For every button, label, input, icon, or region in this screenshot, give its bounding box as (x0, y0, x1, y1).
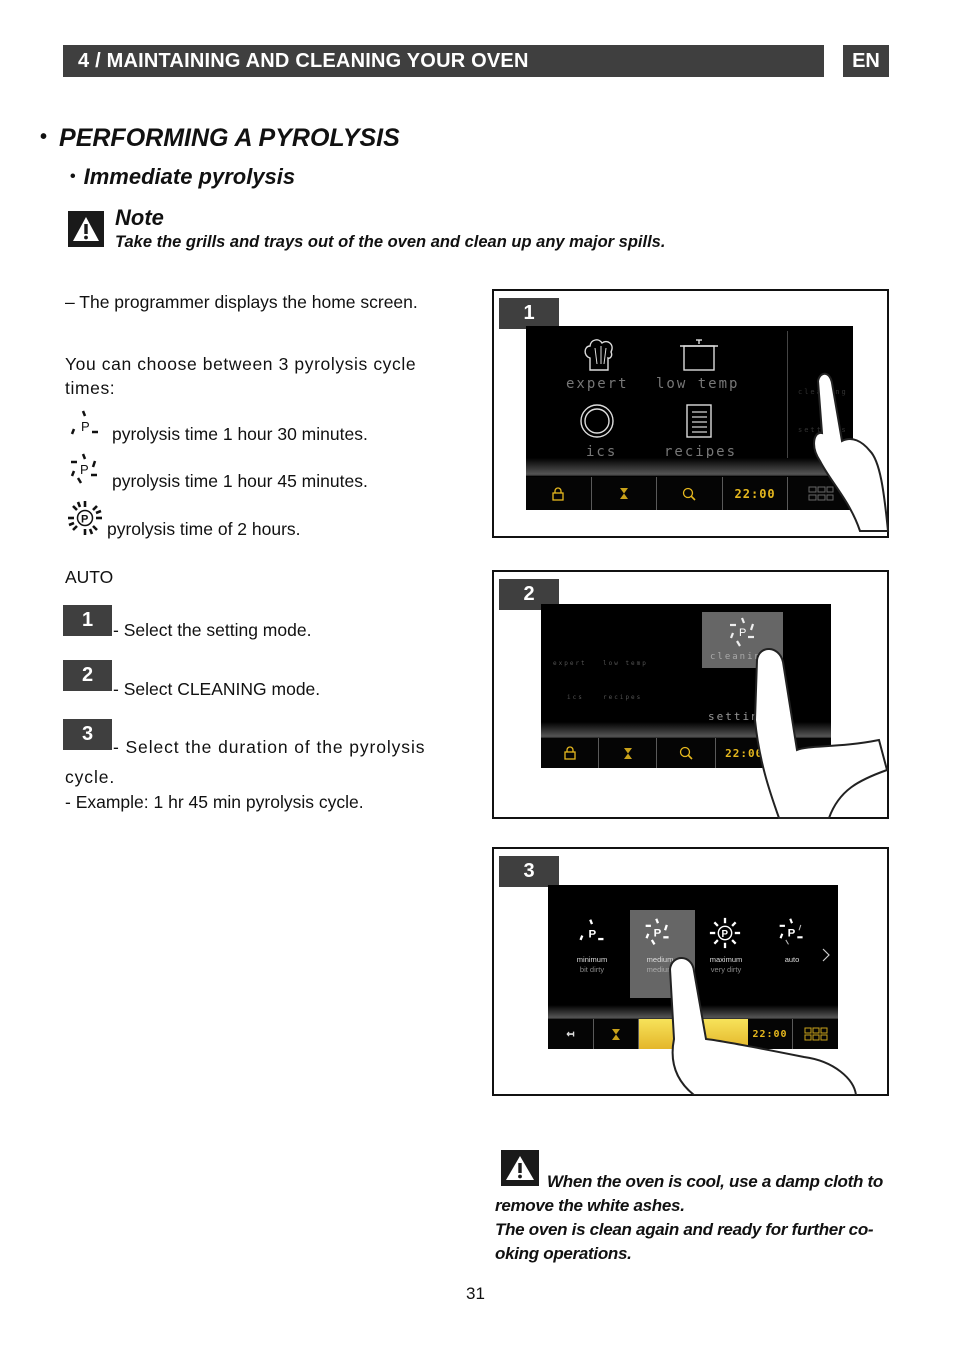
svg-text:P: P (739, 627, 746, 639)
section-subtitle: • Immediate pyrolysis (70, 164, 296, 189)
page-number: 31 (466, 1284, 485, 1303)
menu-label-low-temp[interactable]: low temp (603, 660, 648, 667)
pointing-hand-icon (753, 648, 889, 819)
recipe-book-icon (681, 403, 717, 444)
svg-text:P: P (788, 927, 796, 939)
menu-label-expert[interactable]: expert (566, 376, 629, 392)
pyrolysis-medium-icon: P (645, 918, 669, 945)
finish-instructions: When the oven is cool, use a damp cloth … (495, 1170, 895, 1266)
timer-button[interactable] (593, 1019, 638, 1049)
option-minimum[interactable]: P (572, 917, 612, 952)
step-1-badge: 1 (63, 605, 112, 636)
search-button[interactable] (656, 738, 714, 768)
pyrolysis-medium-icon: P (68, 452, 102, 486)
figure-badge: 1 (499, 298, 559, 329)
lock-icon (563, 746, 576, 760)
step-3-text: - Select the duration of the pyrolysis c… (65, 737, 426, 787)
pyrolysis-minimum-icon: P (579, 919, 604, 941)
figure-3: 3 P P P P minimum bit dirty medium mediu… (492, 847, 889, 1096)
lock-button[interactable] (526, 477, 591, 510)
cycle-time-text: pyrolysis time 1 hour 45 minutes. (112, 471, 368, 491)
menu-label-expert[interactable]: expert (553, 660, 587, 667)
menu-label-ics[interactable]: ics (567, 694, 584, 701)
choose-text: You can choose between 3 pyrolysis cycle… (65, 354, 417, 398)
page-title: • PERFORMING A PYROLYSIS (40, 124, 400, 152)
back-arrow-icon: ↤ (566, 1026, 575, 1042)
svg-text:P: P (81, 514, 88, 526)
note-text: Take the grills and trays out of the ove… (115, 233, 666, 251)
menu-label-low-temp[interactable]: low temp (656, 376, 739, 392)
pointing-hand-icon (668, 957, 858, 1095)
cycle-time-text: pyrolysis time of 2 hours. (107, 519, 301, 539)
figure-2: 2 expert low temp ics recipes P cleaning… (492, 570, 889, 819)
ics-ring-icon (579, 403, 615, 444)
clock-display: 22:00 (721, 477, 788, 510)
svg-text:P: P (588, 928, 596, 940)
back-button[interactable]: ↤ (548, 1019, 593, 1049)
svg-text:P: P (654, 927, 662, 939)
svg-text:P: P (721, 929, 728, 940)
pyrolysis-minimum-icon: P (68, 408, 102, 442)
search-icon (679, 746, 693, 760)
pyrolysis-maximum-icon: P (709, 917, 741, 949)
hourglass-icon (612, 1028, 620, 1040)
finish-line-2: The oven is clean again and ready for fu… (495, 1220, 874, 1263)
pointing-hand-icon (813, 372, 890, 532)
menu-label-recipes[interactable]: recipes (603, 694, 642, 701)
figure-badge: 3 (499, 856, 559, 887)
cycle-time-text: pyrolysis time 1 hour 30 minutes. (112, 424, 368, 444)
search-button[interactable] (656, 477, 722, 510)
home-screen-text: – The programmer displays the home scree… (65, 292, 418, 312)
option-sublabel: bit dirty (579, 965, 605, 974)
hourglass-icon (623, 747, 632, 759)
timer-button[interactable] (598, 738, 656, 768)
note-title: Note (115, 205, 164, 230)
svg-text:P: P (80, 462, 89, 477)
chef-hat-icon (581, 336, 617, 377)
pot-icon (676, 336, 722, 377)
option-auto[interactable]: P (772, 917, 812, 952)
lock-icon (552, 486, 564, 501)
finish-line-1: When the oven is cool, use a damp cloth … (495, 1172, 883, 1215)
hourglass-icon (619, 488, 628, 499)
auto-label: AUTO (65, 567, 114, 587)
pyrolysis-maximum-icon: P (67, 500, 102, 535)
pyrolysis-auto-icon: P (779, 918, 803, 945)
warning-icon (68, 211, 104, 247)
step-1-text: - Select the setting mode. (113, 620, 312, 640)
search-icon (683, 487, 697, 501)
language-badge: EN (843, 45, 889, 77)
step-2-badge: 2 (63, 660, 112, 691)
lock-button[interactable] (541, 738, 598, 768)
example-text: - Example: 1 hr 45 min pyrolysis cycle. (65, 792, 364, 812)
option-medium[interactable]: P (638, 917, 678, 952)
step-2-text: - Select CLEANING mode. (113, 679, 321, 699)
svg-text:P: P (81, 419, 90, 434)
option-label: minimum (576, 955, 608, 964)
timer-button[interactable] (590, 477, 657, 510)
figure-1: 1 expert low temp ics recipes cleaning s… (492, 289, 890, 538)
section-header: 4 / MAINTAINING AND CLEANING YOUR OVEN (63, 45, 824, 77)
